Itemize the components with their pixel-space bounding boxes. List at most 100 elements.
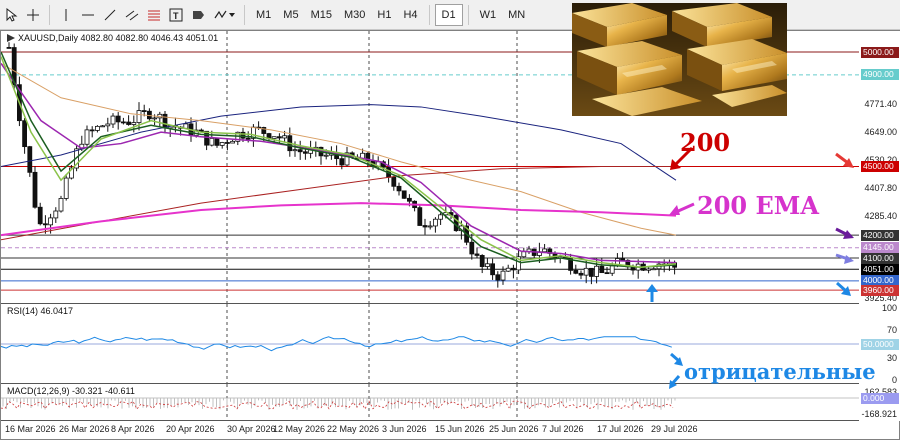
candle-body <box>162 113 168 129</box>
candle-body <box>136 110 142 123</box>
macd-axis: 162.583-168.9210.000 <box>859 384 900 421</box>
price-level-tag: 4100.00 <box>861 252 899 264</box>
candle-body <box>401 190 407 199</box>
toolbar-separator <box>49 4 50 25</box>
timeframe-d1[interactable]: D1 <box>434 3 463 26</box>
cursor-arrow-icon[interactable] <box>0 4 22 26</box>
chart-menu-icon <box>7 34 15 42</box>
ema200-annotation: 200 EMA <box>697 191 819 220</box>
candle-body <box>339 158 345 166</box>
candle-body <box>297 149 303 153</box>
candle-body <box>432 218 438 227</box>
toolbar-separator <box>467 4 469 25</box>
negative-annotation: отрицательные <box>684 359 876 384</box>
gold-bars-image <box>572 3 787 116</box>
timeframe-mn[interactable]: MN <box>502 4 531 26</box>
candle-body <box>276 136 282 139</box>
chart-symbol-info: XAUUSD,Daily 4082.80 4082.80 4046.43 405… <box>18 33 219 43</box>
candle-body <box>219 142 225 146</box>
candle-body <box>115 115 121 123</box>
time-tick: 16 Mar 2026 <box>5 424 56 434</box>
shapes-dropdown-icon[interactable] <box>209 4 239 26</box>
candle-body <box>396 185 402 192</box>
fibonacci-icon[interactable] <box>143 4 165 26</box>
candle-body <box>271 136 277 139</box>
macd-pane[interactable]: MACD(12,26,9) -30.321 -40.611 <box>1 384 859 421</box>
macd-tick: -168.921 <box>861 409 897 419</box>
candle-body <box>126 121 131 125</box>
timeframe-m1[interactable]: M1 <box>250 4 277 26</box>
toolbar-separator <box>428 4 430 25</box>
candle-body <box>417 207 423 226</box>
time-tick: 8 Apr 2026 <box>111 424 155 434</box>
candle-body <box>43 223 48 226</box>
timeframe-m15[interactable]: M15 <box>305 4 338 26</box>
candle-body <box>302 151 308 154</box>
candle-body <box>479 255 485 267</box>
candle-body <box>245 137 251 140</box>
candle-body <box>282 135 288 139</box>
candle-body <box>58 198 64 212</box>
macd-zero-tag: 0.000 <box>861 392 899 404</box>
candle-body <box>422 225 428 228</box>
candle-body <box>121 121 126 124</box>
candle-body <box>6 47 12 49</box>
horizontal-line-icon[interactable] <box>77 4 99 26</box>
timeframe-h1[interactable]: H1 <box>371 4 397 26</box>
timeframe-m30[interactable]: M30 <box>338 4 371 26</box>
candle-body <box>594 265 599 277</box>
candle-body <box>542 248 547 253</box>
candle-body <box>484 263 490 267</box>
candle-body <box>391 176 397 187</box>
text-tool-icon[interactable]: T <box>165 4 187 26</box>
candle-body <box>204 130 210 146</box>
time-tick: 25 Jun 2026 <box>489 424 539 434</box>
candle-body <box>500 270 506 281</box>
time-axis: 16 Mar 2026 26 Mar 2026 8 Apr 2026 20 Apr 2… <box>1 421 859 440</box>
vertical-line-icon[interactable] <box>55 4 77 26</box>
candle-body <box>427 225 433 228</box>
price-tick: 4649.00 <box>864 127 897 138</box>
price-level-tag: 4200.00 <box>861 229 899 241</box>
price-level-tag: 4051.00 <box>861 263 899 275</box>
price-level-tag: 5000.00 <box>861 46 899 58</box>
candle-body <box>95 125 100 131</box>
time-tick: 30 Apr 2026 <box>227 424 276 434</box>
candle-body <box>240 131 246 139</box>
svg-text:T: T <box>173 11 179 21</box>
magenta-arrow-icon <box>669 202 695 215</box>
timeframe-selector: M1 M5 M15 M30 H1 H4 D1 W1 MN <box>250 3 531 26</box>
price-tick: 4285.40 <box>864 210 897 221</box>
time-tick: 15 Jun 2026 <box>435 424 485 434</box>
candle-body <box>589 267 594 277</box>
equidistant-channel-icon[interactable] <box>121 4 143 26</box>
candle-body <box>152 117 158 120</box>
candle-body <box>609 265 615 274</box>
rsi-tick: 30 <box>886 353 897 364</box>
time-tick: 29 Jul 2026 <box>651 424 698 434</box>
candle-body <box>53 210 59 219</box>
candle-body <box>651 268 657 271</box>
purple-level-arrow-icon <box>835 227 854 239</box>
timeframe-w1[interactable]: W1 <box>474 4 503 26</box>
candle-body <box>22 120 28 148</box>
candle-body <box>495 274 501 281</box>
candle-body <box>578 272 584 276</box>
timeframe-m5[interactable]: M5 <box>277 4 304 26</box>
time-tick: 26 Mar 2026 <box>59 424 110 434</box>
candle-body <box>209 138 215 146</box>
crosshair-icon[interactable] <box>22 4 44 26</box>
time-tick: 7 Jul 2026 <box>542 424 584 434</box>
label-tool-icon[interactable] <box>187 4 209 26</box>
macd-signal-line <box>1 400 674 410</box>
timeframe-h4[interactable]: H4 <box>397 4 423 26</box>
candle-body <box>521 251 527 258</box>
candle-body <box>141 110 147 112</box>
time-tick: 3 Jun 2026 <box>382 424 427 434</box>
candle-body <box>214 138 220 146</box>
trendline-icon[interactable] <box>99 4 121 26</box>
macd-label: MACD(12,26,9) -30.321 -40.611 <box>7 386 135 396</box>
ema-200-line <box>1 202 677 237</box>
candle-body <box>573 269 579 274</box>
candle-body <box>27 146 33 173</box>
